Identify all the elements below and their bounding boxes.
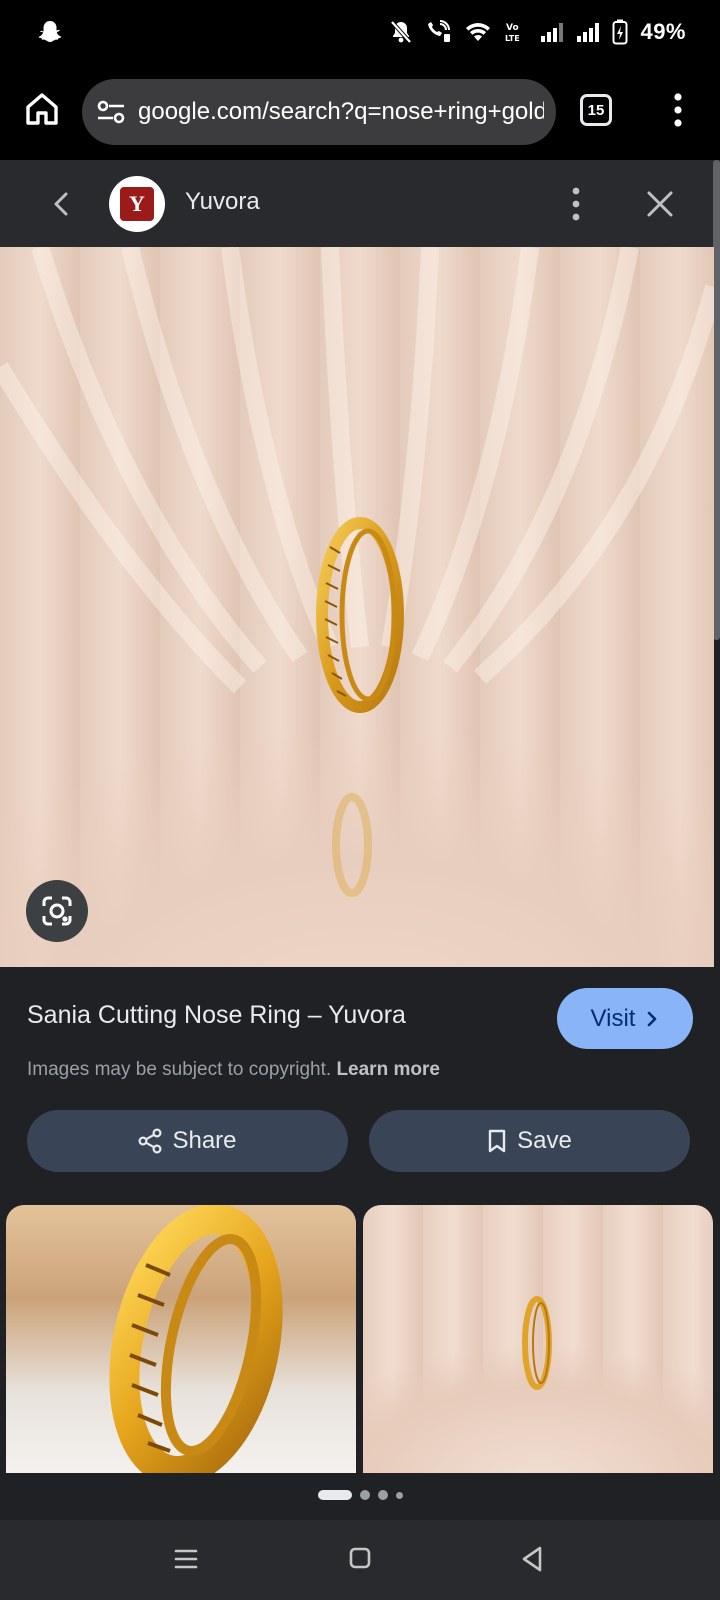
chevron-right-icon [648,1011,657,1026]
copyright-text: Images may be subject to copyright. [27,1059,332,1080]
battery-charging-icon [612,19,628,45]
signal-icon [577,23,600,42]
url-text: google.com/search?q=nose+ring+gold& [138,98,544,125]
source-name[interactable]: Yuvora [185,188,260,216]
mute-icon [390,20,412,44]
address-bar[interactable]: google.com/search?q=nose+ring+gold& [82,79,556,145]
nose-ring-small-image [522,1296,552,1390]
status-icons: Vo LTE 49% [390,14,686,50]
site-settings-icon[interactable] [96,99,126,125]
carousel-dot [396,1491,403,1499]
learn-more-link[interactable]: Learn more [336,1059,439,1080]
visit-label: Visit [590,1004,636,1032]
screen: Vo LTE 49% google.com/search?q=nose+ring… [0,0,720,1600]
main-image[interactable] [0,247,714,967]
volte-icon: Vo LTE [505,23,520,43]
share-button[interactable]: Share [27,1110,348,1172]
nose-ring-image [0,247,714,967]
source-logo-mark: Y [120,187,154,221]
save-label: Save [517,1127,572,1154]
related-image-thumbnail[interactable] [363,1205,713,1473]
nose-ring-closeup-image [109,1205,283,1473]
system-navigation-bar [0,1520,720,1600]
result-title[interactable]: Sania Cutting Nose Ring – Yuvora [27,1001,406,1030]
google-lens-button[interactable] [26,880,88,942]
home-nav-icon[interactable] [348,1544,372,1572]
svg-text:Vo: Vo [506,23,519,33]
status-bar: Vo LTE 49% [0,0,720,64]
more-vert-icon[interactable] [562,182,590,226]
signal-icon [541,23,564,42]
close-icon[interactable] [640,184,680,224]
svg-text:LTE: LTE [505,34,520,43]
copyright-notice: Images may be subject to copyright. Lear… [27,1059,440,1081]
image-source-header: Y Yuvora [0,160,720,247]
recent-apps-icon[interactable] [172,1542,200,1576]
snapchat-icon [38,21,62,42]
wifi-calling-icon [428,20,451,42]
tab-switcher-button[interactable]: 15 [580,94,612,126]
related-image-thumbnail[interactable] [6,1205,356,1473]
save-button[interactable]: Save [369,1110,690,1172]
visit-button[interactable]: Visit [557,988,693,1049]
scrollbar[interactable] [713,160,720,640]
battery-percent: 49% [640,19,686,44]
wifi-icon [466,23,491,41]
more-vert-icon[interactable] [664,88,692,132]
share-label: Share [172,1127,237,1154]
carousel-dot [360,1490,370,1500]
carousel-indicator [318,1490,403,1500]
lens-icon [42,896,72,926]
source-logo: Y [109,176,165,232]
home-icon[interactable] [22,89,62,129]
back-icon[interactable] [46,184,78,224]
carousel-dot [378,1490,388,1500]
back-nav-icon[interactable] [518,1542,548,1576]
browser-toolbar: google.com/search?q=nose+ring+gold& 15 [0,64,720,160]
share-icon [138,1128,162,1154]
bookmark-icon [488,1129,506,1153]
carousel-dot-active [318,1490,352,1500]
